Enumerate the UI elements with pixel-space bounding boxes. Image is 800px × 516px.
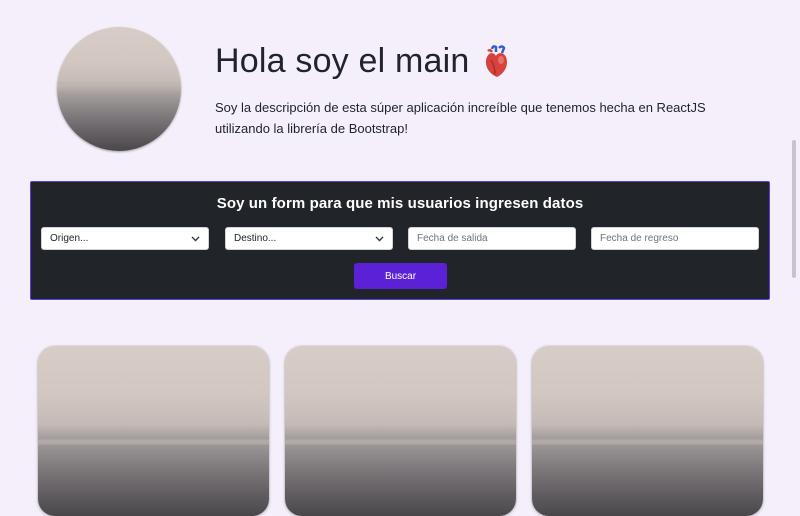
card-image (532, 346, 763, 516)
origin-select-value: Origen... (50, 233, 89, 244)
anatomical-heart-icon (482, 44, 510, 79)
page-title: Hola soy el main (215, 42, 510, 81)
hero-description: Soy la descripción de esta súper aplicac… (215, 100, 706, 136)
chevron-down-icon (191, 236, 200, 241)
card-image (285, 346, 516, 516)
departure-date-placeholder: Fecha de salida (417, 233, 488, 244)
destination-select[interactable]: Destino... (225, 227, 393, 250)
form-title: Soy un form para que mis usuarios ingres… (216, 195, 584, 212)
departure-date-input[interactable]: Fecha de salida (408, 227, 576, 250)
page-title-text: Hola soy el main (215, 42, 470, 80)
chevron-down-icon (375, 236, 384, 241)
destination-select-value: Destino... (234, 233, 277, 244)
search-button[interactable]: Buscar (354, 263, 447, 289)
return-date-input[interactable]: Fecha de regreso (591, 227, 759, 250)
origin-select[interactable]: Origen... (41, 227, 209, 250)
return-date-placeholder: Fecha de regreso (600, 233, 679, 244)
hero-avatar-image (57, 27, 181, 151)
search-form: Soy un form para que mis usuarios ingres… (30, 181, 770, 300)
search-button-label: Buscar (384, 270, 417, 282)
page-scrollbar[interactable] (792, 140, 796, 278)
card-image (38, 346, 269, 516)
